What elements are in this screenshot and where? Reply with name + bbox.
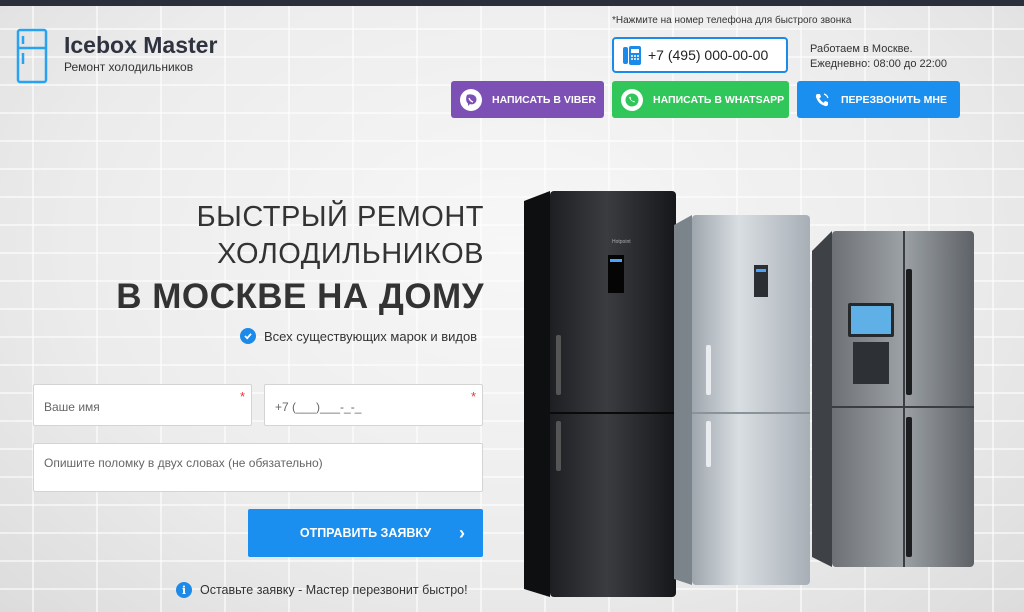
required-mark: * — [470, 389, 476, 404]
work-hours: Работаем в Москве. Ежедневно: 08:00 до 2… — [810, 42, 947, 72]
phone-input[interactable]: +7 (___)___-_-_ * — [264, 384, 483, 426]
chevron-right-icon: › — [459, 523, 465, 543]
phone-number: +7 (495) 000-00-00 — [648, 47, 769, 63]
top-bar — [0, 0, 1024, 6]
french-door-fridge — [812, 231, 974, 567]
viber-icon — [460, 88, 482, 111]
viber-button[interactable]: Написать в Viber — [451, 81, 604, 118]
call-hint: *Нажмите на номер телефона для быстрого … — [612, 15, 852, 26]
refrigerators-image: Hotpoint — [524, 191, 974, 597]
phone-icon — [623, 46, 641, 65]
check-icon — [240, 328, 256, 344]
callback-note: i Оставьте заявку - Мастер перезвонит бы… — [176, 582, 468, 598]
feature-text: Всех существующих марок и видов — [264, 328, 478, 344]
whatsapp-icon — [621, 88, 643, 111]
brand-subtitle: Ремонт холодильников — [64, 60, 194, 74]
fridge-logo-icon — [16, 28, 48, 84]
callback-button[interactable]: Перезвонить мне — [797, 81, 960, 118]
required-mark: * — [239, 389, 245, 404]
hero-title-line3: В МОСКВЕ НА ДОМУ — [116, 277, 484, 316]
info-icon: i — [176, 582, 192, 598]
phone-placeholder: +7 (___)___-_-_ — [275, 400, 362, 414]
feature-item: Всех существующих марок и видов — [240, 328, 477, 344]
callback-button-label: Перезвонить мне — [841, 93, 947, 106]
hero-title-line2: ХОЛОДИЛЬНИКОВ — [217, 238, 484, 270]
phone-callback-icon — [813, 89, 831, 111]
description-placeholder: Опишите поломку в двух словах (не обязат… — [44, 456, 323, 470]
whatsapp-button[interactable]: Написать в WhatsApp — [612, 81, 789, 118]
phone-link[interactable]: +7 (495) 000-00-00 — [612, 37, 788, 73]
black-fridge: Hotpoint — [524, 191, 676, 597]
problem-description-input[interactable]: Опишите поломку в двух словах (не обязат… — [33, 443, 483, 492]
svg-text:Hotpoint: Hotpoint — [612, 239, 631, 245]
name-input[interactable]: Ваше имя * — [33, 384, 252, 426]
submit-button[interactable]: ОТПРАВИТЬ ЗАЯВКУ › — [248, 509, 483, 557]
work-hours-city: Работаем в Москве. — [810, 43, 913, 55]
viber-button-label: Написать в Viber — [492, 93, 596, 106]
logo[interactable]: Icebox Master Ремонт холодильников — [16, 28, 217, 84]
work-hours-time: Ежедневно: 08:00 до 22:00 — [810, 58, 948, 70]
silver-fridge — [674, 215, 810, 585]
whatsapp-button-label: Написать в WhatsApp — [653, 93, 785, 106]
hero-title-line1: БЫСТРЫЙ РЕМОНТ — [196, 201, 484, 233]
brand-title: Icebox Master — [64, 32, 218, 58]
name-placeholder: Ваше имя — [44, 400, 100, 414]
submit-button-label: ОТПРАВИТЬ ЗАЯВКУ — [299, 526, 432, 540]
callback-note-text: Оставьте заявку - Мастер перезвонит быст… — [200, 583, 468, 597]
